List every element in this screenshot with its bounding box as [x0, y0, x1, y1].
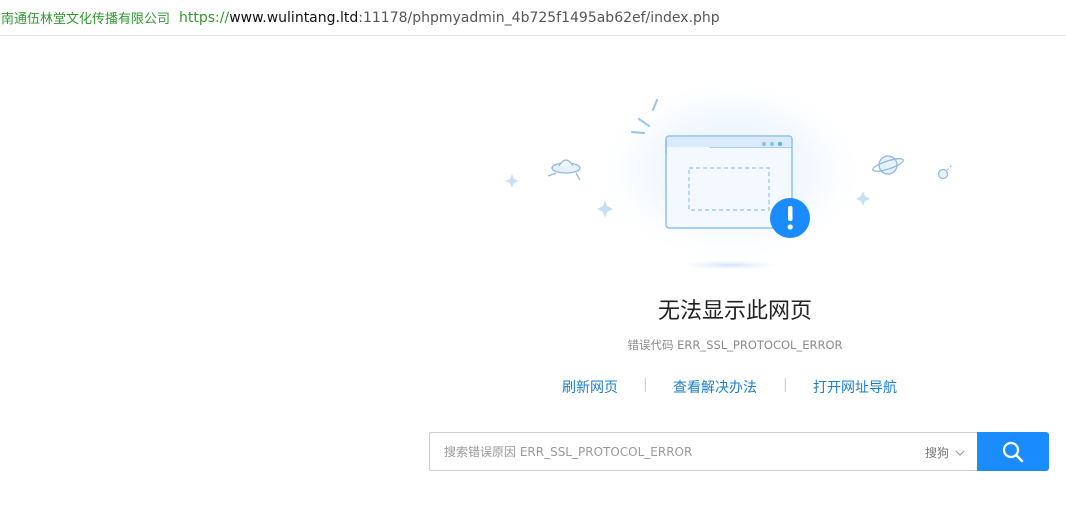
- error-actions: 刷新网页 | 查看解决办法 | 打开网址导航: [545, 377, 925, 397]
- separator: |: [783, 377, 788, 393]
- error-code: 错误代码 ERR_SSL_PROTOCOL_ERROR: [627, 338, 843, 352]
- separator: |: [643, 377, 648, 393]
- refresh-link[interactable]: 刷新网页: [562, 377, 618, 397]
- url-text[interactable]: https://www.wulintang.ltd:11178/phpmyadm…: [179, 10, 720, 26]
- search-input[interactable]: [444, 442, 884, 462]
- url-scheme: https://: [179, 9, 230, 26]
- search-field[interactable]: 搜狗: [429, 432, 977, 471]
- url-host: www.wulintang.ltd: [229, 9, 359, 26]
- url-path: :11178/phpmyadmin_4b725f1495ab62ef/index…: [358, 9, 720, 26]
- certificate-org[interactable]: 南通伍林堂文化传播有限公司: [1, 8, 170, 27]
- browser-window-error-icon: [505, 90, 953, 275]
- search-button[interactable]: [977, 432, 1049, 471]
- search-icon: [1002, 441, 1024, 462]
- error-title: 无法显示此网页: [657, 299, 812, 324]
- search-bar: 搜狗: [429, 432, 1049, 471]
- engine-select[interactable]: 搜狗: [925, 444, 965, 461]
- engine-label: 搜狗: [924, 446, 949, 460]
- address-bar[interactable]: 南通伍林堂文化传播有限公司 https://www.wulintang.ltd:…: [0, 0, 1066, 36]
- nav-link[interactable]: 打开网址导航: [813, 377, 897, 397]
- chevron-down-icon: [955, 450, 965, 456]
- solution-link[interactable]: 查看解决办法: [673, 377, 757, 397]
